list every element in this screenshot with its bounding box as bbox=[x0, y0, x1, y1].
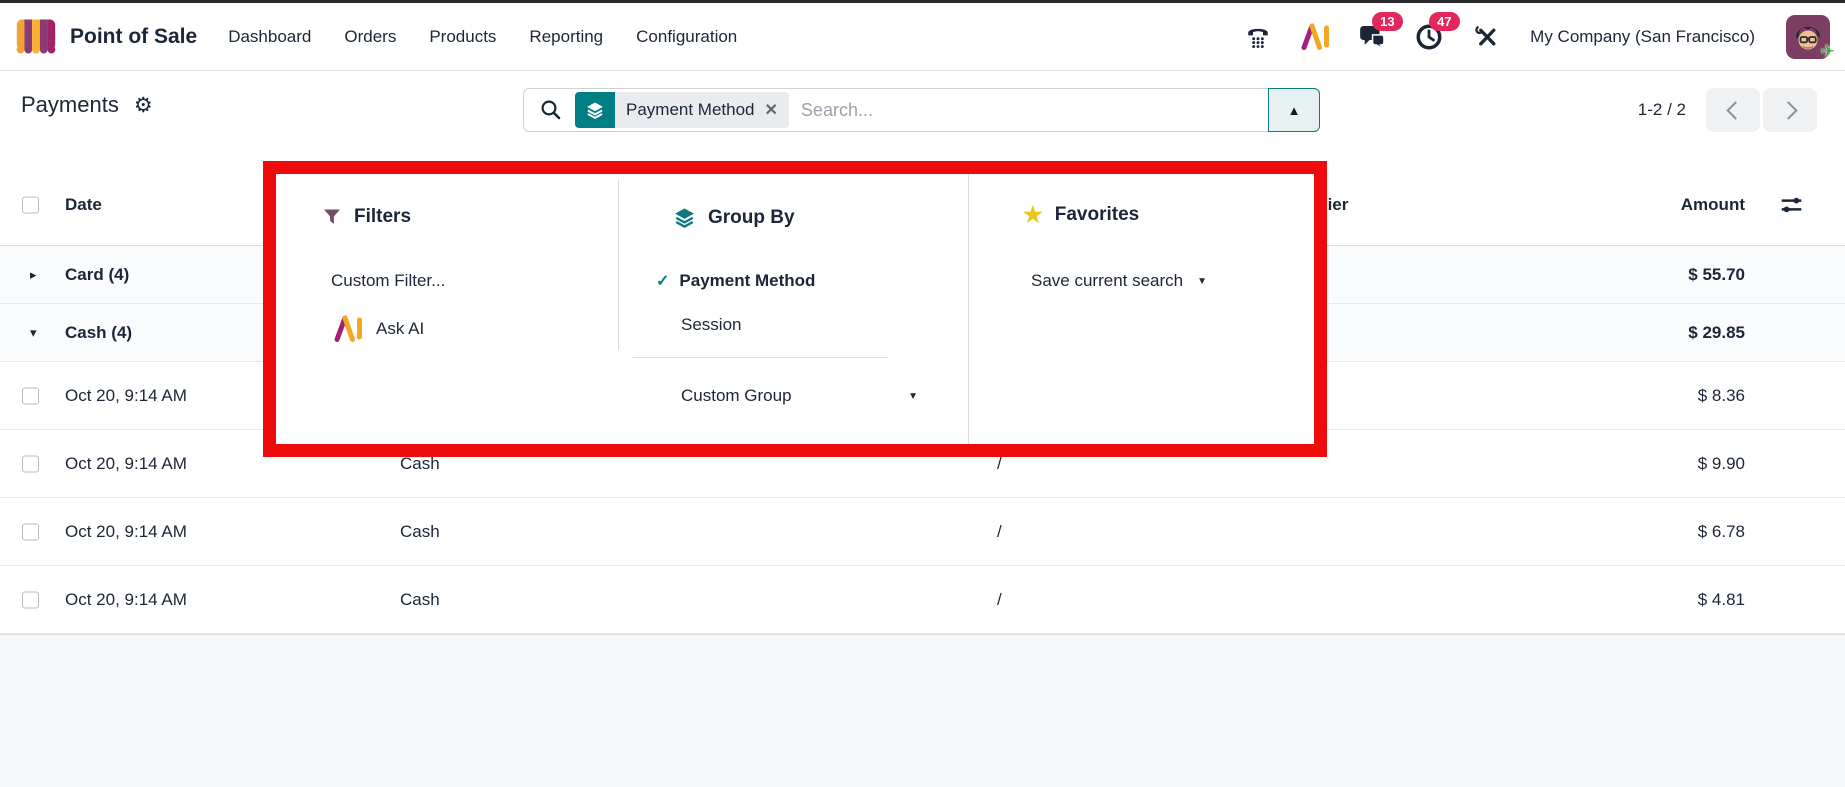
activities-badge: 47 bbox=[1429, 12, 1459, 31]
ai-assistant-icon bbox=[333, 315, 363, 342]
pager-previous-button[interactable] bbox=[1706, 88, 1760, 132]
caret-down-icon: ▼ bbox=[1197, 276, 1207, 287]
cell-amount: $ 8.36 bbox=[1698, 386, 1745, 406]
panel-divider bbox=[968, 174, 969, 444]
systray: 13 47 My Company (San Francisco) bbox=[1243, 15, 1830, 59]
view-settings-gear-icon[interactable]: ⚙ bbox=[134, 93, 153, 118]
search-facet-payment-method[interactable]: Payment Method ✕ bbox=[575, 92, 789, 128]
groupby-divider bbox=[633, 357, 888, 358]
cell-cashier: / bbox=[997, 522, 1002, 542]
page-title: Payments bbox=[21, 92, 119, 118]
group-by-layers-icon bbox=[575, 92, 615, 128]
list-footer-area bbox=[0, 634, 1845, 787]
cell-date: Oct 20, 9:14 AM bbox=[65, 454, 187, 474]
custom-group-selector[interactable]: Custom Group ▼ bbox=[681, 386, 918, 406]
caret-down-icon: ▼ bbox=[908, 391, 918, 402]
menu-products[interactable]: Products bbox=[429, 27, 496, 47]
favorites-title: Favorites bbox=[1055, 204, 1139, 226]
annotation-rectangle: Filters Custom Filter... Ask AI bbox=[263, 161, 1327, 457]
caret-up-icon: ▲ bbox=[1288, 103, 1301, 118]
select-all-checkbox[interactable] bbox=[22, 197, 39, 214]
menu-orders[interactable]: Orders bbox=[344, 27, 396, 47]
facet-remove-icon[interactable]: ✕ bbox=[765, 100, 778, 120]
row-checkbox[interactable] bbox=[22, 523, 39, 540]
app-window: Point of Sale Dashboard Orders Products … bbox=[0, 0, 1845, 787]
search-icon bbox=[540, 99, 562, 121]
search-options-dropdown: Filters Custom Filter... Ask AI bbox=[276, 174, 1314, 444]
custom-filter-item[interactable]: Custom Filter... bbox=[331, 271, 445, 291]
ai-assistant-icon[interactable] bbox=[1300, 22, 1330, 52]
table-row[interactable]: Oct 20, 9:14 AM Cash / $ 6.78 bbox=[0, 498, 1845, 566]
filter-funnel-icon bbox=[322, 207, 342, 227]
group-label: Cash (4) bbox=[65, 323, 132, 343]
group-amount: $ 55.70 bbox=[1688, 265, 1745, 285]
app-brand[interactable]: Point of Sale bbox=[15, 17, 197, 57]
groupby-section-header: Group By bbox=[673, 206, 795, 229]
facet-body: Payment Method ✕ bbox=[615, 92, 789, 128]
filters-section-header: Filters bbox=[322, 206, 411, 228]
search-bar[interactable]: Payment Method ✕ Search... ▲ bbox=[523, 88, 1320, 132]
voip-phone-icon[interactable] bbox=[1243, 22, 1273, 52]
chevron-left-icon bbox=[1726, 101, 1744, 119]
company-switcher[interactable]: My Company (San Francisco) bbox=[1530, 27, 1755, 47]
point-of-sale-logo-icon bbox=[15, 17, 57, 57]
cell-payment-method: Cash bbox=[400, 590, 440, 610]
optional-columns-icon[interactable] bbox=[1778, 193, 1805, 217]
group-amount: $ 29.85 bbox=[1688, 323, 1745, 343]
messages-icon[interactable]: 13 bbox=[1357, 22, 1387, 52]
activities-clock-icon[interactable]: 47 bbox=[1414, 22, 1444, 52]
save-current-search-item[interactable]: Save current search ▼ bbox=[1031, 271, 1207, 291]
cell-date: Oct 20, 9:14 AM bbox=[65, 386, 187, 406]
cell-amount: $ 6.78 bbox=[1698, 522, 1745, 542]
cell-date: Oct 20, 9:14 AM bbox=[65, 522, 187, 542]
main-menu: Dashboard Orders Products Reporting Conf… bbox=[228, 27, 737, 47]
table-row[interactable]: Oct 20, 9:14 AM Cash / $ 4.81 bbox=[0, 566, 1845, 634]
star-icon: ★ bbox=[1023, 204, 1043, 226]
row-checkbox[interactable] bbox=[22, 455, 39, 472]
pager: 1-2 / 2 bbox=[1638, 88, 1817, 132]
user-avatar[interactable]: ✈ bbox=[1786, 15, 1830, 59]
debug-tools-icon[interactable] bbox=[1471, 22, 1501, 52]
favorites-section-header: ★ Favorites bbox=[1023, 204, 1139, 226]
pager-range: 1-2 / 2 bbox=[1638, 100, 1686, 120]
column-header-date[interactable]: Date bbox=[65, 195, 102, 215]
row-checkbox[interactable] bbox=[22, 387, 39, 404]
travel-plane-icon: ✈ bbox=[1821, 42, 1835, 62]
panel-divider bbox=[618, 180, 619, 350]
cell-amount: $ 9.90 bbox=[1698, 454, 1745, 474]
groupby-session-item[interactable]: Session bbox=[681, 315, 741, 335]
search-input[interactable]: Search... bbox=[801, 100, 873, 121]
check-icon: ✓ bbox=[656, 271, 669, 291]
groupby-payment-method-label: Payment Method bbox=[679, 271, 815, 291]
cell-amount: $ 4.81 bbox=[1698, 590, 1745, 610]
chevron-right-icon bbox=[1779, 101, 1797, 119]
facet-label: Payment Method bbox=[626, 100, 755, 120]
cell-payment-method: Cash bbox=[400, 522, 440, 542]
filters-title: Filters bbox=[354, 206, 411, 228]
messages-badge: 13 bbox=[1372, 12, 1402, 31]
ask-ai-item[interactable]: Ask AI bbox=[333, 315, 424, 342]
menu-dashboard[interactable]: Dashboard bbox=[228, 27, 311, 47]
group-label: Card (4) bbox=[65, 265, 129, 285]
breadcrumb: Payments ⚙ bbox=[21, 92, 153, 118]
search-options-toggle[interactable]: ▲ bbox=[1268, 88, 1320, 132]
save-current-search-label: Save current search bbox=[1031, 271, 1183, 291]
groupby-title: Group By bbox=[708, 207, 795, 229]
cell-cashier: / bbox=[997, 590, 1002, 610]
groupby-payment-method-item[interactable]: ✓ Payment Method bbox=[656, 271, 815, 291]
pager-next-button[interactable] bbox=[1763, 88, 1817, 132]
cell-date: Oct 20, 9:14 AM bbox=[65, 590, 187, 610]
top-navbar: Point of Sale Dashboard Orders Products … bbox=[0, 3, 1845, 71]
group-collapsed-icon[interactable]: ▸ bbox=[30, 267, 37, 283]
menu-reporting[interactable]: Reporting bbox=[529, 27, 603, 47]
custom-group-label: Custom Group bbox=[681, 386, 792, 406]
menu-configuration[interactable]: Configuration bbox=[636, 27, 737, 47]
group-expanded-icon[interactable]: ▾ bbox=[30, 325, 37, 341]
group-by-layers-icon bbox=[673, 206, 696, 229]
column-header-amount[interactable]: Amount bbox=[1681, 195, 1745, 215]
row-checkbox[interactable] bbox=[22, 591, 39, 608]
ask-ai-label: Ask AI bbox=[376, 319, 424, 339]
app-name: Point of Sale bbox=[70, 25, 197, 49]
